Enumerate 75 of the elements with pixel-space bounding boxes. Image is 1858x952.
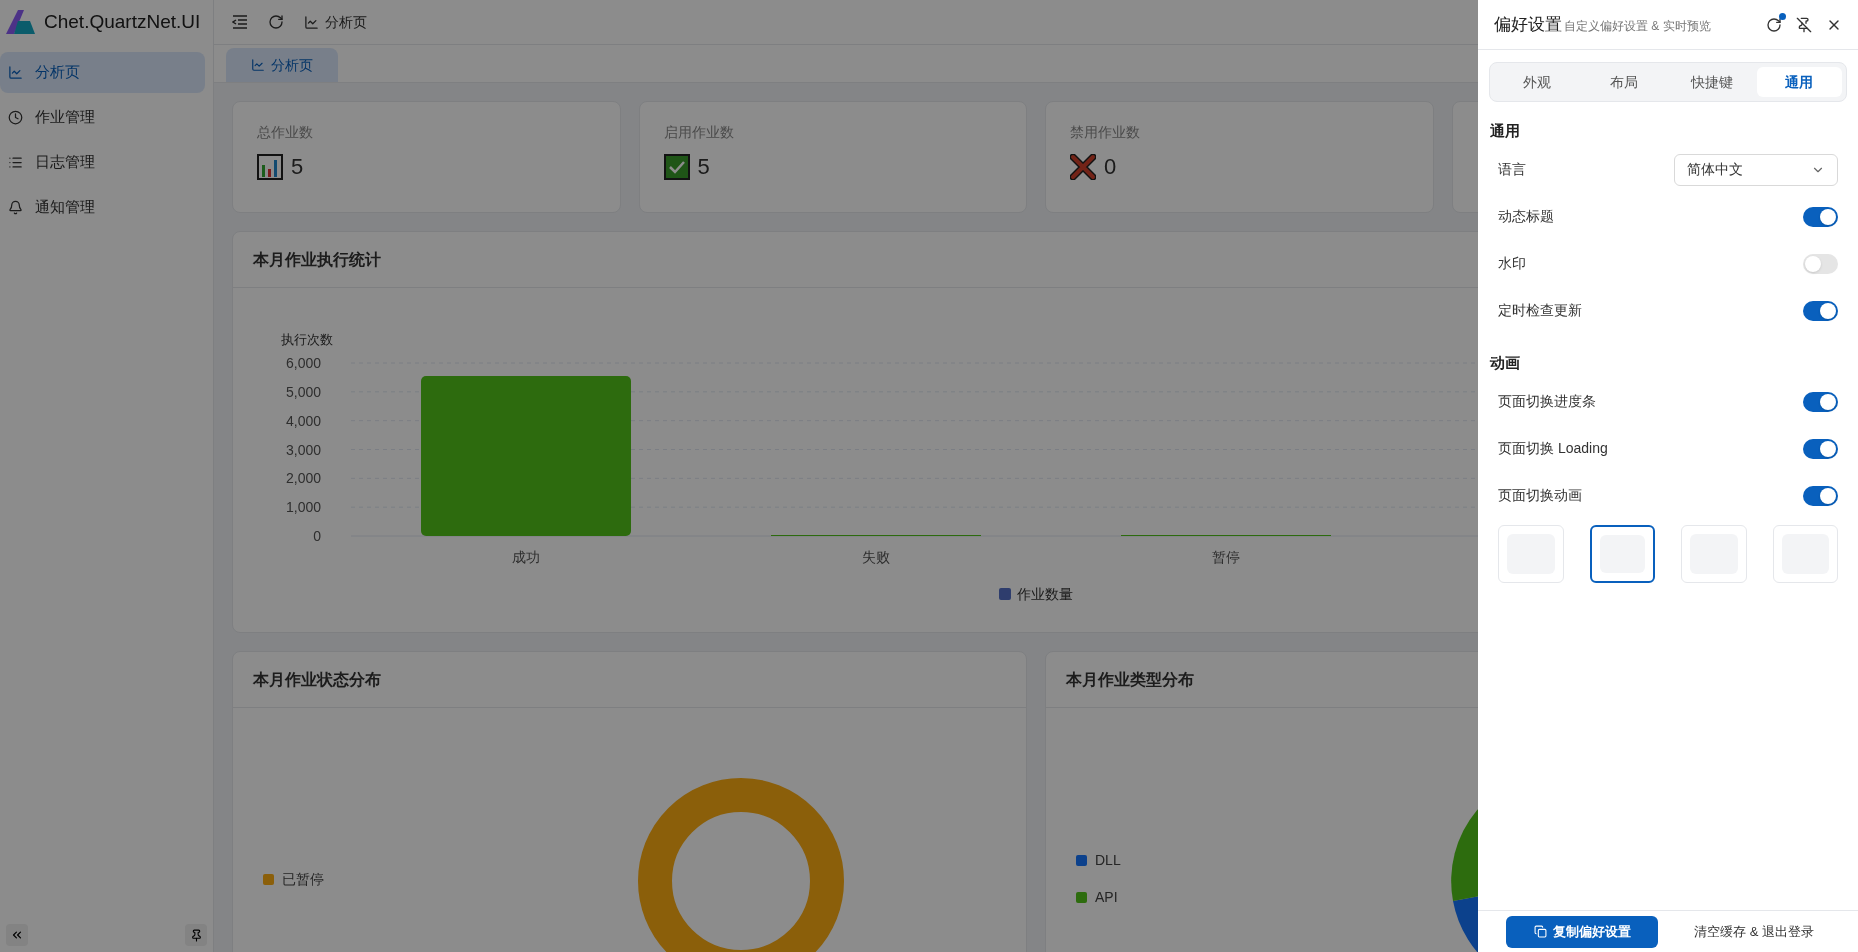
tick-label: 5,000 [285, 383, 321, 400]
legend-label: 作业数量 [1017, 586, 1073, 602]
category-label: 失败 [862, 549, 890, 565]
toggle-switch[interactable] [1803, 485, 1838, 506]
drawer-title: 偏好设置 [1494, 13, 1562, 36]
tick-label: 4,000 [285, 412, 321, 429]
legend-swatch [999, 588, 1011, 600]
menu-fold-button[interactable] [232, 15, 248, 29]
setting-label: 页面切换 Loading [1498, 439, 1608, 458]
double-chevron-left-icon [10, 928, 24, 942]
checkbox-icon [663, 153, 690, 180]
stat-label: 禁用作业数 [1070, 123, 1141, 142]
line-chart-icon [304, 14, 319, 30]
menu-icon [8, 200, 23, 215]
legend-label: API [1095, 888, 1118, 907]
setting-label: 页面切换进度条 [1498, 392, 1596, 411]
logo-icon [4, 9, 36, 35]
toggle-switch[interactable] [1803, 253, 1838, 274]
stat-label: 启用作业数 [663, 123, 735, 142]
unpin-button[interactable] [1796, 16, 1812, 33]
legend-label: DLL [1095, 851, 1121, 870]
tick-label: 1,000 [285, 499, 321, 516]
stat-value: 5 [697, 153, 710, 181]
line-chart-icon [251, 58, 265, 72]
card-title: 本月作业执行统计 [253, 249, 381, 270]
setting-label: 水印 [1498, 254, 1526, 273]
menu-icon [8, 65, 23, 80]
category-label: 成功 [512, 549, 540, 565]
drawer-tab[interactable]: 快捷键 [1669, 67, 1755, 97]
toggle-switch[interactable] [1803, 206, 1838, 227]
drawer-subtitle: 自定义偏好设置 & 实时预览 [1564, 18, 1711, 35]
stat-label: 总作业数 [257, 123, 314, 142]
card-title: 本月作业类型分布 [1066, 669, 1194, 690]
section-title: 动画 [1490, 352, 1521, 373]
toggle-switch[interactable] [1803, 300, 1838, 321]
toggle-switch[interactable] [1803, 391, 1838, 412]
copy-preferences-button[interactable]: 复制偏好设置 [1506, 915, 1658, 948]
category-label: 暂停 [1212, 549, 1240, 565]
setting-label: 语言 [1498, 160, 1526, 179]
legend-label: 已暂停 [282, 869, 324, 889]
page-tab[interactable]: 分析页 [226, 48, 338, 82]
tick-label: 0 [313, 528, 321, 544]
axis-title: 执行次数 [281, 332, 333, 347]
refresh-button[interactable] [268, 14, 284, 30]
bar-chart-icon [257, 153, 283, 180]
sidebar-item[interactable]: 作业管理 [0, 97, 205, 138]
drawer-tab[interactable]: 通用 [1756, 67, 1842, 97]
tick-label: 6,000 [285, 355, 321, 371]
clear-cache-logout-button[interactable]: 清空缓存 & 退出登录 [1694, 921, 1814, 942]
breadcrumb-link[interactable]: 分析页 [304, 11, 367, 33]
menu-icon [8, 110, 23, 125]
animation-option[interactable] [1589, 525, 1655, 583]
drawer-tab[interactable]: 布局 [1581, 67, 1667, 97]
stat-value: 5 [291, 153, 304, 181]
sidebar-item[interactable]: 通知管理 [0, 187, 205, 228]
copy-icon [1533, 925, 1547, 938]
stat-value: 0 [1104, 153, 1117, 181]
pin-button[interactable] [185, 924, 207, 946]
cross-icon [1070, 153, 1096, 180]
setting-label: 动态标题 [1498, 207, 1554, 226]
setting-label: 定时检查更新 [1498, 301, 1582, 320]
toggle-switch[interactable] [1803, 438, 1838, 459]
menu-icon [8, 155, 23, 170]
sidebar-item[interactable]: 日志管理 [0, 142, 205, 183]
section-title: 通用 [1490, 120, 1521, 141]
tick-label: 3,000 [285, 441, 321, 458]
language-select[interactable]: 简体中文 [1674, 153, 1838, 186]
card-title: 本月作业状态分布 [253, 669, 381, 690]
sidebar-item[interactable]: 分析页 [0, 52, 205, 93]
collapse-button[interactable] [6, 924, 28, 946]
tick-label: 2,000 [285, 470, 321, 487]
setting-label: 页面切换动画 [1498, 486, 1582, 505]
pin-icon [189, 928, 203, 942]
app-name: Chet.QuartzNet.UI [44, 9, 201, 34]
drawer-tab[interactable]: 外观 [1494, 67, 1580, 97]
